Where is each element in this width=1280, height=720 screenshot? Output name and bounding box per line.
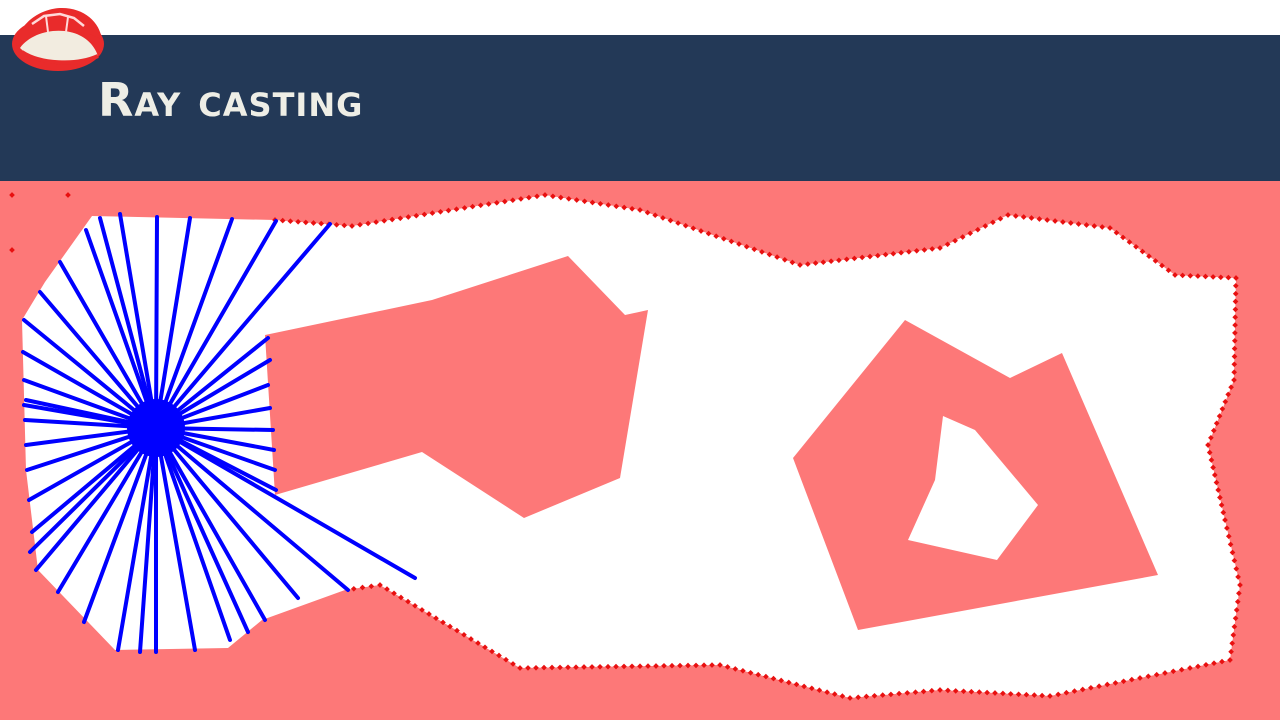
slide: Ray casting <box>0 0 1280 720</box>
obstacle-left <box>265 256 648 518</box>
ray-origin <box>127 399 185 457</box>
slide-title: Ray casting <box>98 73 364 127</box>
obstacle-right <box>793 320 1158 630</box>
turtle-shell-icon <box>12 8 104 71</box>
ray-casting-scene <box>0 181 1280 720</box>
ray-26 <box>154 215 159 430</box>
ray-42 <box>154 426 250 634</box>
